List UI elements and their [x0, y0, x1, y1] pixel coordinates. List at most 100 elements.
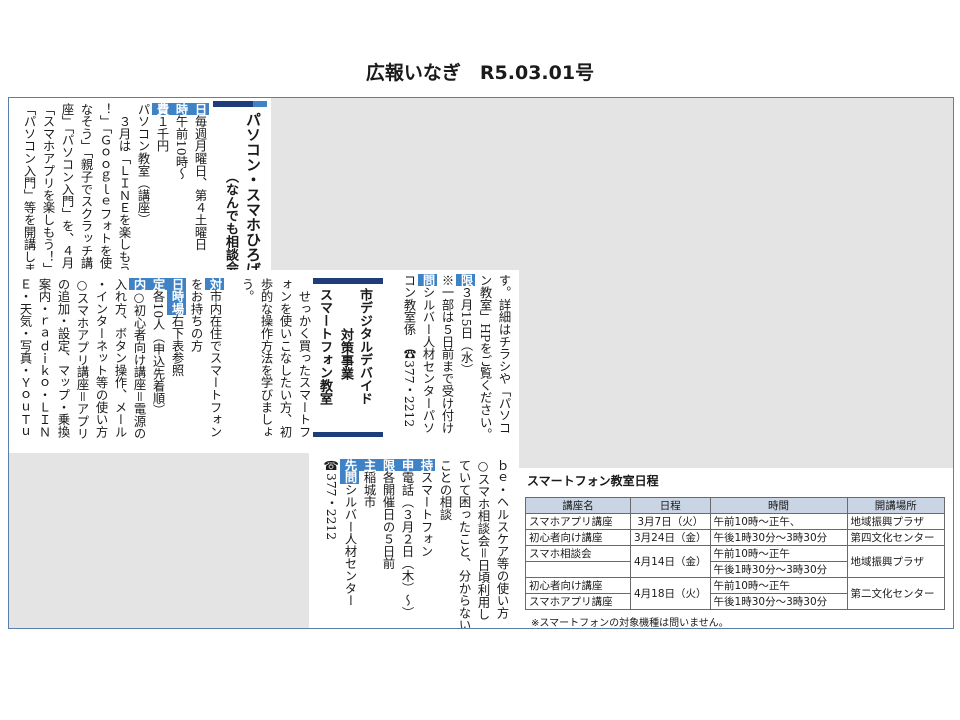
table-row: 初心者向け講座 4月18日（火） 午前10時～正午 第二文化センター	[525, 577, 946, 610]
line-text: スマートフォン	[419, 471, 433, 558]
text-line: ○スマホアプリ講座＝アプリ	[72, 278, 91, 453]
text-line: ことの相談	[435, 459, 454, 627]
schedule-note: ※スマートフォンの対象機種は問いません。	[531, 618, 729, 629]
category-badge: 内	[129, 278, 148, 291]
line-text: ○スマホアプリ講座＝アプリ	[75, 278, 89, 440]
section-heading: パソコン・スマホひろば	[244, 112, 262, 277]
line-text: ！」「Ｇｏｏｇｌｅフォトを使いこ	[98, 103, 112, 294]
heading-bar	[313, 432, 383, 437]
schedule-table: 講座名 日程 時間 開講場所 スマホアプリ講座 3月7日（火） 午前10時～正午…	[525, 497, 946, 610]
line-text: ３月は「ＬＩＮＥを楽しもう	[117, 103, 131, 276]
table-cell: 午前10時～正午、	[709, 513, 848, 530]
table-cell: 初心者向け講座	[525, 577, 631, 594]
table-cell: 初心者向け講座	[525, 529, 631, 546]
table-cell: スマホ相談会	[525, 545, 631, 562]
text-line: ☎377・2212	[321, 459, 340, 627]
text-line: 入れ方、ボタン操作、メール	[110, 278, 129, 453]
text-line: 限各開催日の５日前	[378, 459, 397, 627]
line-text: 「パソコン入門」等を開講しま	[22, 103, 36, 276]
text-line: 案内・ｒａｄｉｋｏ・ＬＩＮ	[34, 278, 53, 453]
table-cell: 4月18日（火）	[630, 577, 711, 610]
text-line: 定各10人（申込先着順）	[148, 278, 167, 453]
table-header: 開講場所	[846, 497, 946, 514]
line-text: ・インターネット等の使い方	[94, 278, 108, 438]
line-text: シルバー人材センターパソ	[421, 286, 435, 434]
text-line: ・インターネット等の使い方	[91, 278, 110, 453]
category-badge: 先問	[340, 459, 359, 484]
category-badge: 限	[456, 274, 475, 287]
line-text: なそう」「親子でスクラッチ講	[79, 103, 93, 270]
line-text: シルバー人材センター	[343, 483, 357, 607]
line-text: う。	[240, 278, 254, 303]
table-cell: 地域振興プラザ	[846, 545, 946, 578]
table-cell: スマホアプリ講座	[525, 513, 631, 530]
line-text: 「スマホアプリを楽しもう！」	[41, 103, 55, 276]
line-text: ○スマホ相談会＝日頃利用し	[476, 459, 490, 621]
line-text: す。詳細はチラシや「パソコ	[497, 274, 511, 434]
text-line: ン教室」HPをご覧ください。	[475, 274, 494, 464]
text-line: ていて困ったこと、分からない	[454, 459, 473, 629]
text-line: 問シルバー人材センターパソ	[418, 274, 437, 464]
section-heading: スマートフォン教室	[317, 288, 332, 405]
category-badge: 申	[397, 459, 416, 472]
text-line: 対市内在住でスマートフォン	[205, 278, 224, 453]
category-badge: 費	[152, 103, 171, 116]
category-badge: 定	[148, 278, 167, 291]
text-line: ※一部は５日前まで受け付け	[437, 274, 456, 464]
text-line: をお持ちの方	[186, 278, 205, 453]
line-text: 各開催日の５日前	[381, 471, 395, 570]
category-badge: 対	[205, 278, 224, 291]
table-row: スマホ相談会 4月14日（金） 午前10時～正午 地域振興プラザ	[525, 545, 946, 578]
line-text: ※一部は５日前まで受け付け	[440, 274, 454, 434]
line-text: 稲城市	[362, 471, 376, 509]
heading-bar	[213, 101, 253, 107]
line-text: 案内・ｒａｄｉｋｏ・ＬＩＮ	[37, 278, 51, 438]
line-text: コン教室係 ☎377・2212	[402, 274, 416, 428]
table-cell: 3月7日（火）	[630, 513, 711, 530]
column-b-text: す。詳細はチラシや「パソコ ン教室」HPをご覧ください。 限３月15日（水） ※一部は…	[399, 274, 513, 464]
line-text: ☎377・2212	[324, 459, 338, 541]
table-cell: 午後1時30分～3時30分	[709, 561, 848, 578]
table-cell: 午後1時30分～3時30分	[709, 529, 848, 546]
line-text: 市内在住でスマートフォン	[208, 290, 222, 438]
category-badge: 問	[418, 274, 437, 287]
line-text: 座」「パソコン入門」を、４月は	[60, 103, 74, 282]
page-title: 広報いなぎ R5.03.01号	[365, 62, 595, 84]
table-cell: 4月14日（金）	[630, 545, 711, 578]
table-cell: 午前10時～正午	[709, 545, 848, 562]
table-cell: 第二文化センター	[846, 577, 946, 610]
section-heading: 対策事業	[338, 328, 353, 380]
schedule-caption: スマートフォン教室日程	[527, 474, 659, 488]
text-line: せっかく買ったスマートフ	[294, 278, 313, 453]
table-cell	[525, 561, 631, 578]
line-text: 歩的な操作方法を学びましょ	[259, 278, 273, 438]
line-text: 午前10時～	[174, 115, 188, 181]
category-badge: 持	[416, 459, 435, 472]
table-row: 初心者向け講座 3月24日（金） 午後1時30分～3時30分 第四文化センター	[525, 529, 946, 546]
table-row: スマホアプリ講座 3月7日（火） 午前10時～正午、 地域振興プラザ	[525, 513, 946, 530]
text-line: 限３月15日（水）	[456, 274, 475, 464]
grey-panel-bottom-left	[9, 453, 309, 628]
line-text: 各10人（申込先着順）	[151, 290, 165, 417]
line-text: をお持ちの方	[189, 278, 203, 352]
text-line: 主稲城市	[359, 459, 378, 627]
line-text: 電話（３月２日（木）～）	[400, 471, 414, 619]
table-header: 時間	[709, 497, 848, 514]
text-line: 歩的な操作方法を学びましょ	[256, 278, 275, 453]
category-badge: 主	[359, 459, 378, 472]
line-text: Ｅ・天気・写真・ＹｏｕＴｕ	[18, 278, 32, 438]
heading-bar	[253, 101, 267, 107]
line-text: １千円	[155, 115, 169, 153]
grey-panel-right	[519, 270, 953, 468]
line-text: 入れ方、ボタン操作、メール	[113, 278, 127, 438]
category-badge: 日	[190, 103, 209, 116]
line-text: 右下表参照	[170, 314, 184, 377]
category-badge: 限	[378, 459, 397, 472]
line-text: ３月15日（水）	[459, 286, 473, 376]
column-d-text: ｂｅ・ヘルスケア等の使い方 ○スマホ相談会＝日頃利用し ていて困ったこと、分からない…	[321, 459, 511, 629]
table-cell: 午後1時30分～3時30分	[709, 593, 848, 610]
line-text: 毎週月曜日、第４土曜日	[193, 115, 207, 251]
column-d: ｂｅ・ヘルスケア等の使い方 ○スマホ相談会＝日頃利用し ていて困ったこと、分からない…	[309, 453, 519, 628]
line-text: せっかく買ったスマートフ	[297, 278, 311, 438]
line-text: ていて困ったこと、分からない	[457, 459, 471, 629]
